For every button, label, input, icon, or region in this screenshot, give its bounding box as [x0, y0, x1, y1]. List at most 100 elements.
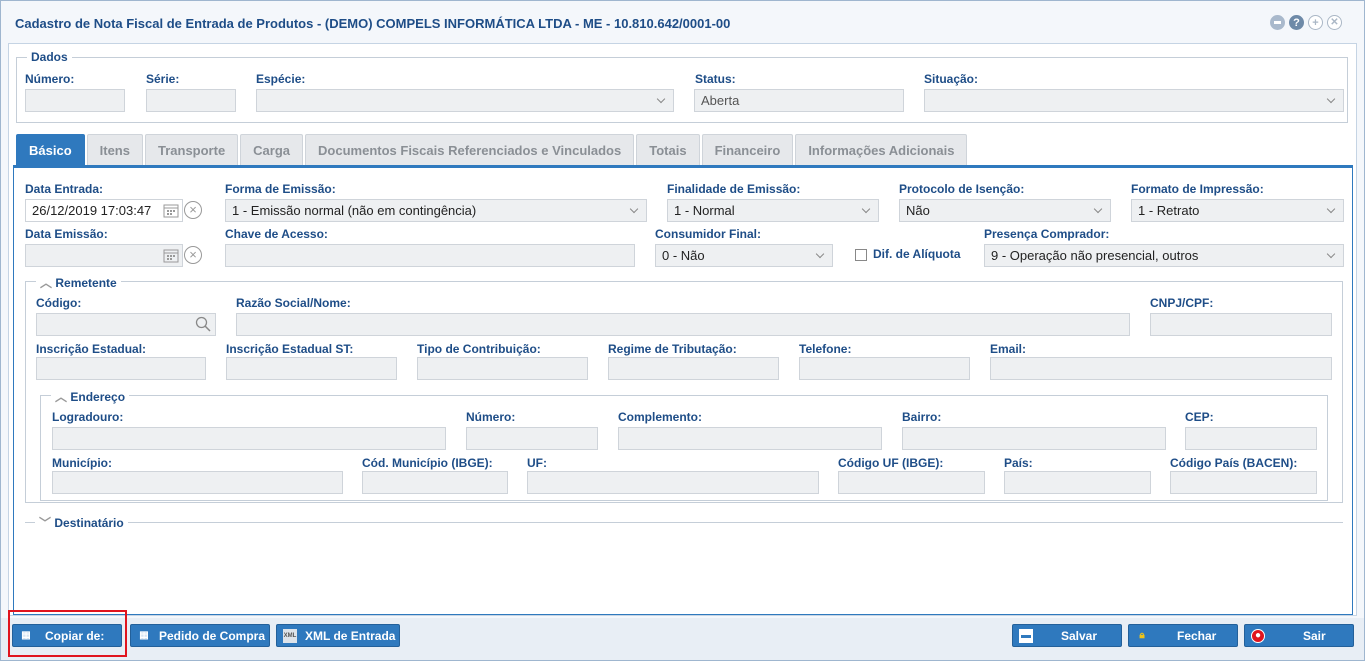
inscricao-estadual-input[interactable]	[36, 357, 206, 380]
pais-input[interactable]	[1004, 471, 1151, 494]
salvar-button[interactable]: ▬ Salvar	[1012, 624, 1122, 647]
formato-label: Formato de Impressão:	[1131, 182, 1264, 196]
chave-acesso-label: Chave de Acesso:	[225, 227, 328, 241]
codigo-pais-label: Código País (BACEN):	[1170, 456, 1298, 470]
destinatario-legend[interactable]: ﹀ Destinatário	[35, 514, 128, 531]
email-label: Email:	[990, 342, 1027, 356]
cod-municipio-input[interactable]	[362, 471, 508, 494]
telefone-label: Telefone:	[799, 342, 852, 356]
endereco-numero-input[interactable]	[466, 427, 598, 450]
titlebar: Cadastro de Nota Fiscal de Entrada de Pr…	[1, 1, 1364, 43]
dados-legend: Dados	[27, 50, 72, 64]
tab-bar: Básico Itens Transporte Carga Documentos…	[16, 134, 968, 166]
calendar-icon[interactable]	[163, 247, 179, 263]
codigo-input[interactable]	[36, 313, 216, 336]
collapse-icon[interactable]: ︿	[40, 276, 52, 290]
calendar-icon[interactable]	[163, 202, 179, 218]
save-icon: ▬	[1019, 628, 1033, 643]
tab-transporte[interactable]: Transporte	[144, 134, 239, 166]
bairro-label: Bairro:	[902, 410, 942, 424]
codigo-pais-input[interactable]	[1170, 471, 1317, 494]
form-content: Dados Número: Série: Espécie: Status: Ab…	[8, 43, 1357, 616]
cnpj-label: CNPJ/CPF:	[1150, 296, 1214, 310]
regime-tributacao-input[interactable]	[608, 357, 779, 380]
tab-itens[interactable]: Itens	[86, 134, 143, 166]
pedido-compra-button[interactable]: ▦ Pedido de Compra	[130, 624, 270, 647]
especie-label: Espécie:	[256, 72, 306, 86]
maximize-icon[interactable]: +	[1308, 15, 1323, 30]
complemento-input[interactable]	[618, 427, 882, 450]
dif-aliquota-checkbox[interactable]	[855, 249, 867, 261]
tipo-contribuicao-input[interactable]	[417, 357, 588, 380]
cnpj-input[interactable]	[1150, 313, 1332, 336]
minimize-icon[interactable]	[1270, 15, 1285, 30]
tab-carga[interactable]: Carga	[240, 134, 304, 166]
cep-input[interactable]	[1185, 427, 1317, 450]
protocolo-select[interactable]: Não	[899, 199, 1111, 222]
serie-label: Série:	[146, 72, 180, 86]
presenca-label: Presença Comprador:	[984, 227, 1110, 241]
tab-informacoes-adicionais[interactable]: Informações Adicionais	[795, 134, 968, 166]
tab-documentos-fiscais[interactable]: Documentos Fiscais Referenciados e Vincu…	[305, 134, 635, 166]
pais-label: País:	[1004, 456, 1033, 470]
data-entrada-input[interactable]: 26/12/2019 17:03:47	[25, 199, 183, 222]
finalidade-select[interactable]: 1 - Normal	[667, 199, 879, 222]
exit-icon: ●	[1251, 628, 1265, 643]
uf-input[interactable]	[527, 471, 819, 494]
inscricao-estadual-st-label: Inscrição Estadual ST:	[226, 342, 354, 356]
collapse-icon[interactable]: ︿	[55, 390, 67, 404]
numero-input[interactable]	[25, 89, 125, 112]
tab-financeiro[interactable]: Financeiro	[701, 134, 794, 166]
tab-totais[interactable]: Totais	[636, 134, 700, 166]
xml-icon: XML	[283, 628, 297, 643]
lock-icon: 🔒︎	[1139, 630, 1145, 641]
serie-input[interactable]	[146, 89, 236, 112]
tipo-contribuicao-label: Tipo de Contribuição:	[417, 342, 541, 356]
consumidor-final-label: Consumidor Final:	[655, 227, 761, 241]
footer-toolbar: ▦ Copiar de: ▦ Pedido de Compra XML XML de …	[1, 610, 1364, 660]
window-controls: ? + ✕	[1270, 15, 1342, 30]
chave-acesso-input[interactable]	[225, 244, 635, 267]
xml-entrada-button[interactable]: XML XML de Entrada	[276, 624, 400, 647]
razao-social-input[interactable]	[236, 313, 1130, 336]
copy-icon: ▦	[139, 630, 149, 641]
fechar-button[interactable]: 🔒︎ Fechar	[1128, 624, 1238, 647]
bairro-input[interactable]	[902, 427, 1166, 450]
close-icon[interactable]: ✕	[1327, 15, 1342, 30]
data-emissao-input[interactable]	[25, 244, 183, 267]
inscricao-estadual-label: Inscrição Estadual:	[36, 342, 147, 356]
codigo-uf-input[interactable]	[838, 471, 985, 494]
expand-icon[interactable]: ﹀	[39, 516, 51, 530]
telefone-input[interactable]	[799, 357, 970, 380]
forma-emissao-select[interactable]: 1 - Emissão normal (não em contingência)	[225, 199, 647, 222]
codigo-label: Código:	[36, 296, 82, 310]
window-title: Cadastro de Nota Fiscal de Entrada de Pr…	[15, 16, 731, 31]
inscricao-estadual-st-input[interactable]	[226, 357, 397, 380]
uf-label: UF:	[527, 456, 547, 470]
presenca-select[interactable]: 9 - Operação não presencial, outros	[984, 244, 1344, 267]
logradouro-label: Logradouro:	[52, 410, 124, 424]
status-input: Aberta	[694, 89, 904, 112]
municipio-label: Município:	[52, 456, 112, 470]
tab-basico[interactable]: Básico	[16, 134, 85, 166]
email-input[interactable]	[990, 357, 1332, 380]
sair-button[interactable]: ● Sair	[1244, 624, 1354, 647]
endereco-numero-label: Número:	[466, 410, 516, 424]
remetente-legend[interactable]: ︿ Remetente	[36, 274, 121, 291]
complemento-label: Complemento:	[618, 410, 702, 424]
cod-municipio-label: Cód. Município (IBGE):	[362, 456, 493, 470]
clear-date-icon[interactable]: ×	[184, 246, 202, 264]
help-icon[interactable]: ?	[1289, 15, 1304, 30]
dif-aliquota-label: Dif. de Alíquota	[873, 247, 961, 261]
logradouro-input[interactable]	[52, 427, 446, 450]
data-emissao-label: Data Emissão:	[25, 227, 108, 241]
situacao-label: Situação:	[924, 72, 979, 86]
situacao-select[interactable]	[924, 89, 1344, 112]
formato-select[interactable]: 1 - Retrato	[1131, 199, 1344, 222]
clear-date-icon[interactable]: ×	[184, 201, 202, 219]
especie-select[interactable]	[256, 89, 674, 112]
municipio-input[interactable]	[52, 471, 343, 494]
consumidor-final-select[interactable]: 0 - Não	[655, 244, 833, 267]
endereco-legend[interactable]: ︿ Endereço	[51, 388, 130, 405]
search-icon[interactable]	[195, 316, 211, 332]
